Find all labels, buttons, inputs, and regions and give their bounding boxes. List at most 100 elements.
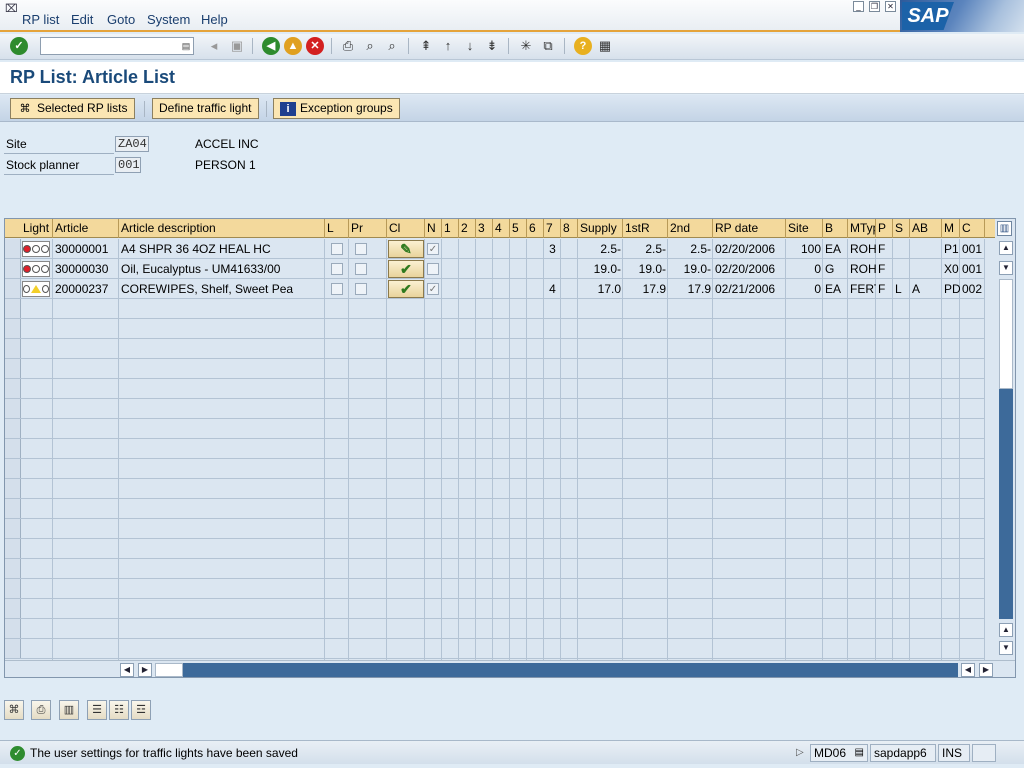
print-icon[interactable]: ⎙ [339,37,357,55]
column-header[interactable]: M [942,219,960,238]
select-all-icon[interactable]: ☰ [87,700,107,720]
table-row[interactable]: 30000001 A4 SHPR 36 4OZ HEAL HC ✎ 3 2.5- 2.5-… [5,239,985,259]
command-field[interactable]: ▤ [40,37,194,55]
row-selector[interactable] [5,419,21,439]
column-header[interactable]: Cl [387,219,425,238]
column-header[interactable]: 2 [459,219,476,238]
column-header[interactable]: C [960,219,985,238]
column-header[interactable]: 2nd [668,219,713,238]
scroll-up-icon[interactable]: ▲ [999,241,1013,255]
site-field[interactable]: ZA04 [115,136,149,152]
transaction-field[interactable]: MD06 ▤ [810,744,868,762]
vertical-scrollbar[interactable]: ▲ ▼ ▲ ▼ [998,239,1015,659]
row-selector[interactable] [5,599,21,619]
row-selector[interactable] [5,499,21,519]
row-selector[interactable] [5,439,21,459]
pr-checkbox[interactable] [355,243,367,255]
restore-icon[interactable]: ❐ [869,1,880,12]
back-icon[interactable]: ◀ [262,37,280,55]
row-selector[interactable] [5,299,21,319]
stock-planner-field[interactable]: 001 [115,157,141,173]
classification-edit-icon[interactable]: ✎ [388,240,424,258]
system-menu-icon[interactable]: ⌧ [5,2,18,15]
row-selector[interactable] [5,399,21,419]
n-checkbox[interactable] [427,283,439,295]
selected-rp-lists-button[interactable]: ⌘ Selected RP lists [10,98,135,119]
row-selector[interactable] [5,379,21,399]
column-header[interactable]: Article description [119,219,325,238]
create-session-icon[interactable]: ✳ [517,37,535,55]
enter-icon[interactable]: ✓ [10,37,28,55]
column-header[interactable]: MTyp [848,219,876,238]
scroll-right-icon[interactable]: ▶ [138,663,152,677]
server-field[interactable]: sapdapp6 [870,744,936,762]
row-selector[interactable] [5,619,21,639]
classification-check-icon[interactable]: ✔ [388,280,424,298]
column-header[interactable]: 4 [493,219,510,238]
collapse-icon[interactable]: ◂ [205,37,223,55]
define-traffic-light-button[interactable]: Define traffic light [152,98,259,119]
scroll-page-down-icon[interactable]: ▼ [999,261,1013,275]
first-page-icon[interactable]: ⇞ [417,37,435,55]
scroll-left-end-icon[interactable]: ◀ [961,663,975,677]
row-selector[interactable] [5,459,21,479]
column-header[interactable]: B [823,219,848,238]
row-selector[interactable] [5,319,21,339]
row-selector[interactable] [5,579,21,599]
exception-groups-button[interactable]: i Exception groups [273,98,400,119]
column-header[interactable]: Article [53,219,119,238]
command-history-icon[interactable]: ▤ [180,39,192,53]
status-expand-icon[interactable]: ▷ [796,747,804,758]
classification-check-icon[interactable]: ✔ [388,260,424,278]
column-header[interactable]: Pr [349,219,387,238]
close-window-icon[interactable]: ✕ [885,1,896,12]
column-header[interactable]: Light [21,219,53,238]
display-icon[interactable]: ⌘ [4,700,24,720]
hscroll-thumb[interactable] [183,663,958,677]
column-header[interactable]: RP date [713,219,786,238]
row-selector[interactable] [5,359,21,379]
cancel-icon[interactable]: ✕ [306,37,324,55]
n-checkbox[interactable] [427,243,439,255]
status-message-area[interactable]: ✓ The user settings for traffic lights ha… [10,744,790,762]
pr-checkbox[interactable] [355,263,367,275]
find-next-icon[interactable]: ⌕ [383,37,401,55]
shortcut-icon[interactable]: ⧉ [539,37,557,55]
session-list-icon[interactable]: ▤ [855,745,864,761]
scroll-right-end-icon[interactable]: ▶ [979,663,993,677]
column-header[interactable]: 8 [561,219,578,238]
scroll-down-icon[interactable]: ▼ [999,641,1013,655]
l-checkbox[interactable] [331,243,343,255]
pr-checkbox[interactable] [355,283,367,295]
menu-system[interactable]: System [147,12,190,27]
help-icon[interactable]: ? [574,37,592,55]
column-header[interactable]: 6 [527,219,544,238]
save-icon[interactable]: ▣ [228,37,246,55]
column-layout-icon[interactable]: ▥ [997,221,1012,236]
scroll-thumb[interactable] [999,389,1013,619]
column-header[interactable]: N [425,219,442,238]
last-page-icon[interactable]: ⇟ [483,37,501,55]
table-row[interactable]: 30000030 Oil, Eucalyptus - UM41633/00 ✔ 19.… [5,259,985,279]
row-selector[interactable] [5,639,21,659]
column-header[interactable]: AB [910,219,942,238]
column-header[interactable]: S [893,219,910,238]
print-list-icon[interactable]: ⎙ [31,700,51,720]
column-header[interactable]: 1stR [623,219,668,238]
find-icon[interactable]: ⌕ [361,37,379,55]
chart-icon[interactable]: ▥ [59,700,79,720]
column-header[interactable]: 3 [476,219,493,238]
layout-menu-icon[interactable]: ▦ [596,37,614,55]
n-checkbox[interactable] [427,263,439,275]
exit-icon[interactable]: ▲ [284,37,302,55]
table-row[interactable]: 20000237 COREWIPES, Shelf, Sweet Pea ✔ 4 17.… [5,279,985,299]
l-checkbox[interactable] [331,283,343,295]
horizontal-scrollbar[interactable]: ◀ ▶ ◀ ▶ [5,660,1015,677]
scroll-page-up-icon[interactable]: ▲ [999,623,1013,637]
minimize-icon[interactable]: _ [853,1,864,12]
menu-goto[interactable]: Goto [107,12,135,27]
l-checkbox[interactable] [331,263,343,275]
column-header[interactable]: P [876,219,893,238]
row-selector[interactable] [5,479,21,499]
deselect-all-icon[interactable]: ☲ [131,700,151,720]
